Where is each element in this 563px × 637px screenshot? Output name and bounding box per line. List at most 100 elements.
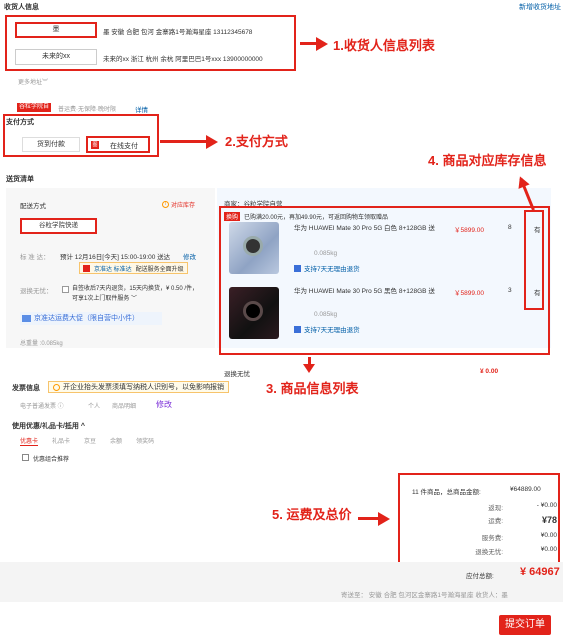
- address-name-tag[interactable]: 墨: [15, 22, 97, 38]
- arrow-2-head: [206, 135, 218, 149]
- promo-text: 已购满20.00元，再加49.90元，可返回购物车领取赠品: [244, 215, 389, 221]
- shop-tab-detail-link[interactable]: 详情: [135, 104, 148, 114]
- promo-row: 换购 已购满20.00元，再加49.90元，可返回购物车领取赠品: [224, 212, 388, 221]
- service-label: 支持7天无理由退货: [304, 266, 360, 273]
- camera-ring: [243, 236, 263, 256]
- annotation-5: 5. 运费及总价: [272, 507, 352, 522]
- more-address-link[interactable]: 更多地址︾: [18, 77, 48, 86]
- service-label: 支持7天无理由退货: [304, 327, 360, 334]
- annotation-2: 2.支付方式: [225, 134, 288, 149]
- invoice-label: 发票信息: [12, 385, 40, 392]
- summary-row-freight: 运费: ¥78: [412, 515, 557, 525]
- service-icon: [294, 325, 301, 333]
- coupon-tab[interactable]: 京豆: [84, 436, 96, 445]
- summary-value: - ¥0.00: [536, 502, 557, 509]
- invoice-type: 电子普通发票 ⓘ: [20, 404, 64, 410]
- promo-label: 京准达运费大促（限自营中小件）: [34, 315, 139, 322]
- stock-hint-label: 对应库存: [171, 203, 196, 209]
- coupon-tab-active[interactable]: 优惠卡: [20, 436, 38, 445]
- product-name[interactable]: 华为 HUAWEI Mate 30 Pro 5G 黑色 8+128GB 送: [294, 287, 440, 296]
- service-icon: [294, 264, 301, 272]
- add-address-link[interactable]: 新增收货地址: [519, 2, 561, 12]
- address-item-1[interactable]: 墨 墨 安徽 合肥 包河 金寨路1号瀚海星座 13112345678: [15, 22, 285, 38]
- pay-total-value: ¥ 64967: [520, 566, 560, 578]
- standard-label: 标 准 达：: [20, 254, 50, 261]
- product-service: 支持7天无理由退货: [294, 324, 360, 334]
- promo-tag: 换购: [224, 212, 241, 221]
- goods-item: 华为 HUAWEI Mate 30 Pro 5G 黑色 8+128GB 送 ￥5…: [224, 287, 544, 345]
- return-label: 退换无忧：: [20, 288, 53, 295]
- payment-title: 支付方式: [6, 119, 34, 126]
- invoice-notice-text: 开企业抬头发票须填写纳税人识别号，以免影响报销: [63, 384, 224, 391]
- coupon-tabs: 优惠卡 礼品卡 京豆 余额 领奖码: [20, 436, 154, 445]
- product-price: ￥5899.00: [454, 227, 484, 234]
- invoice-notice: 开企业抬头发票须填写纳税人识别号，以免影响报销: [48, 381, 229, 393]
- summary-row-cashback: 返现: - ¥0.00: [412, 502, 557, 512]
- modify-delivery-link[interactable]: 修改: [183, 251, 196, 261]
- arrow-5-head: [378, 512, 390, 526]
- badge-standard: 京准达 标准达: [94, 266, 132, 273]
- product-name[interactable]: 华为 HUAWEI Mate 30 Pro 5G 白色 8+128GB 送: [294, 224, 440, 233]
- address-item-2[interactable]: 未来的xx 未来的xx 浙江 杭州 余杭 阿里巴巴1号xxx 139000000…: [15, 49, 290, 65]
- warning-icon: [53, 383, 60, 391]
- coupon-tab[interactable]: 礼品卡: [52, 436, 70, 445]
- ship-to: 寄送至： 安徽 合肥 包河区金寨路1号瀚海星座 收货人：墨: [341, 592, 508, 599]
- summary-label: 服务费:: [481, 535, 503, 542]
- online-pay-button[interactable]: 图 在线支付: [86, 136, 150, 153]
- arrow-1-head: [316, 37, 328, 51]
- summary-value: ¥0.00: [540, 532, 557, 539]
- product-qty: 3: [508, 287, 512, 294]
- stock-column-highlight: [524, 210, 544, 310]
- coupon-tab[interactable]: 余额: [110, 436, 122, 445]
- combo-checkbox[interactable]: [22, 454, 29, 461]
- standard-text: 预计 12月16日[今天] 15:00-19:00 送达: [60, 254, 171, 261]
- annotation-4: 4. 商品对应库存信息: [428, 153, 547, 168]
- product-image[interactable]: [229, 287, 279, 339]
- courier-button[interactable]: 谷粒学院快递: [20, 218, 97, 234]
- coupon-tab[interactable]: 领奖码: [136, 436, 154, 445]
- arrow-5: [358, 517, 380, 520]
- submit-order-button[interactable]: 提交订单: [499, 615, 551, 635]
- online-pay-label: 在线支付: [110, 143, 138, 150]
- summary-count: 11 件商品，总商品金额:: [412, 489, 481, 496]
- product-service: 支持7天无理由退货: [294, 263, 360, 273]
- summary-label: 退换无忧:: [475, 549, 503, 556]
- card-icon: 图: [91, 141, 99, 149]
- return-checkbox[interactable]: [62, 286, 69, 293]
- product-weight: 0.085kg: [314, 311, 338, 318]
- camera-ring: [243, 301, 263, 321]
- combo-label: 优惠组合推荐: [33, 457, 70, 463]
- promo-banner[interactable]: 京准达运费大促（限自营中小件）: [20, 312, 162, 325]
- product-price: ￥5899.00: [454, 290, 484, 297]
- coupon-title[interactable]: 使用优惠/礼品卡/抵用 ^: [12, 421, 85, 431]
- return-text: 自签收后7天内退货，15天内换货，¥ 0.50 /件，可享1次上门取件服务 ﹀: [72, 286, 199, 302]
- total-weight: 总重量 :0.085kg: [20, 341, 63, 347]
- summary-label: 返现:: [488, 505, 503, 512]
- summary-row-return: 退换无忧: ¥0.00: [412, 546, 557, 556]
- delivery-method-label: 配送方式: [20, 203, 46, 210]
- invoice-modify-link[interactable]: 修改: [156, 399, 172, 410]
- section-title-consignee: 收货人信息: [4, 4, 39, 11]
- stock-hint: i 对应库存: [162, 200, 195, 209]
- arrow-4-head: [514, 174, 530, 189]
- summary-value: ¥0.00: [540, 546, 557, 553]
- cod-button[interactable]: 货到付款: [22, 137, 80, 152]
- summary-row-service: 服务费: ¥0.00: [412, 532, 557, 542]
- jd-icon: [83, 264, 90, 272]
- address-name-tag[interactable]: 未来的xx: [15, 49, 97, 65]
- delivery-title: 送货清单: [6, 176, 34, 183]
- address-detail: 墨 安徽 合肥 包河 金寨路1号瀚海星座 13112345678: [103, 29, 253, 36]
- product-qty: 8: [508, 224, 512, 231]
- return-free-price: ¥ 0.00: [480, 368, 499, 375]
- summary-label: 运费:: [488, 518, 503, 525]
- summary-total-goods: ¥64889.00: [510, 486, 541, 493]
- arrow-3-head: [303, 364, 315, 373]
- return-free-label: 退换无忧: [224, 371, 250, 378]
- shop-tab-other: 普运费·无保障·晚时限: [58, 107, 116, 113]
- annotation-1: 1.收货人信息列表: [333, 38, 435, 53]
- invoice-detail: 商品明细: [112, 404, 137, 410]
- info-icon: i: [162, 201, 169, 208]
- annotation-3: 3. 商品信息列表: [266, 381, 359, 396]
- shop-tab-active[interactable]: 谷粒学院自: [17, 103, 52, 112]
- product-image[interactable]: [229, 222, 279, 274]
